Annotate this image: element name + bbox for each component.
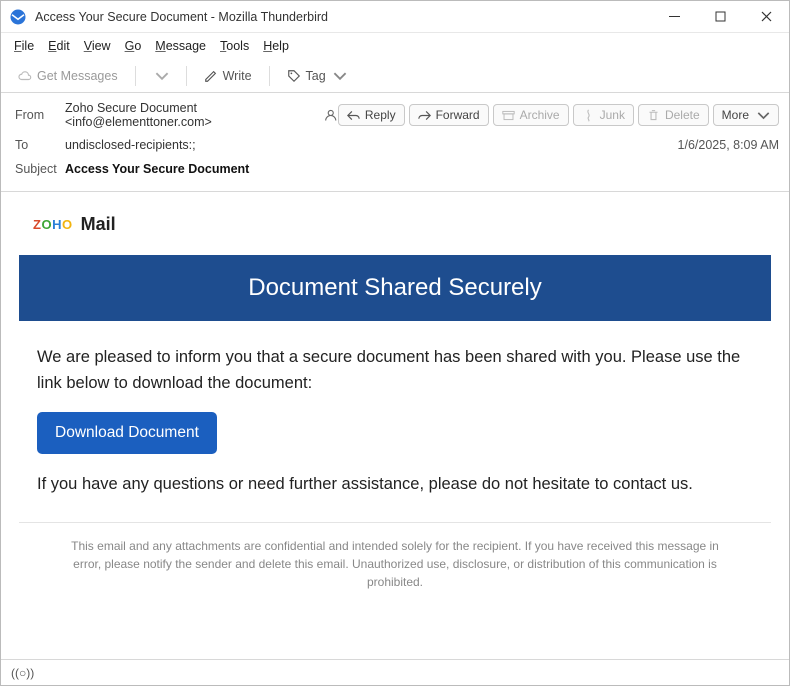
divider <box>135 66 136 86</box>
delete-button[interactable]: Delete <box>638 104 709 126</box>
close-button[interactable] <box>743 1 789 33</box>
more-label: More <box>722 108 749 122</box>
forward-arrow-icon <box>418 109 431 122</box>
email-disclaimer: This email and any attachments are confi… <box>19 522 771 605</box>
reply-button[interactable]: Reply <box>338 104 405 126</box>
menu-view[interactable]: View <box>77 37 118 55</box>
status-bar: ((○)) <box>1 659 789 685</box>
body-paragraph-2: If you have any questions or need furthe… <box>37 472 753 498</box>
banner-title: Document Shared Securely <box>19 255 771 321</box>
message-date: 1/6/2025, 8:09 AM <box>678 138 779 152</box>
more-button[interactable]: More <box>713 104 779 126</box>
menu-message[interactable]: Message <box>148 37 213 55</box>
menu-bar: File Edit View Go Message Tools Help <box>1 33 789 59</box>
contact-icon[interactable] <box>324 108 337 123</box>
body-paragraph-1: We are pleased to inform you that a secu… <box>37 345 753 396</box>
subject-value: Access Your Secure Document <box>65 162 779 176</box>
write-button[interactable]: Write <box>195 66 261 86</box>
window-title: Access Your Secure Document - Mozilla Th… <box>35 10 651 24</box>
to-value: undisclosed-recipients:; <box>65 138 678 152</box>
tag-label: Tag <box>306 69 326 83</box>
download-cloud-icon <box>18 69 32 83</box>
divider <box>269 66 270 86</box>
title-bar: Access Your Secure Document - Mozilla Th… <box>1 1 789 33</box>
menu-tools[interactable]: Tools <box>213 37 256 55</box>
chevron-down-icon <box>155 69 169 83</box>
thunderbird-icon <box>9 8 27 26</box>
reply-arrow-icon <box>347 109 360 122</box>
delete-label: Delete <box>665 108 700 122</box>
app-window: Access Your Secure Document - Mozilla Th… <box>0 0 790 686</box>
junk-label: Junk <box>600 108 625 122</box>
zoho-mail-label: Mail <box>81 214 116 235</box>
chevron-down-icon <box>333 69 347 83</box>
toolbar: Get Messages Write Tag <box>1 59 789 93</box>
tag-icon <box>287 69 301 83</box>
pencil-icon <box>204 69 218 83</box>
to-label: To <box>15 138 65 152</box>
get-messages-label: Get Messages <box>37 69 118 83</box>
tag-button[interactable]: Tag <box>278 66 356 86</box>
write-label: Write <box>223 69 252 83</box>
get-messages-dropdown[interactable] <box>146 66 178 86</box>
download-document-button[interactable]: Download Document <box>37 412 217 454</box>
get-messages-button[interactable]: Get Messages <box>9 66 127 86</box>
menu-file[interactable]: File <box>7 37 41 55</box>
forward-button[interactable]: Forward <box>409 104 489 126</box>
minimize-button[interactable] <box>651 1 697 33</box>
divider <box>186 66 187 86</box>
zoho-brand: ZOHO Mail <box>33 214 789 235</box>
chevron-down-icon <box>757 109 770 122</box>
forward-label: Forward <box>436 108 480 122</box>
activity-indicator-icon: ((○)) <box>11 666 34 680</box>
menu-edit[interactable]: Edit <box>41 37 77 55</box>
archive-button[interactable]: Archive <box>493 104 569 126</box>
reply-label: Reply <box>365 108 396 122</box>
message-body: ZOHO Mail Document Shared Securely We ar… <box>1 192 789 659</box>
archive-icon <box>502 109 515 122</box>
zoho-logo-icon: ZOHO <box>33 217 73 232</box>
from-value: Zoho Secure Document <info@elementtoner.… <box>65 101 318 129</box>
junk-button[interactable]: Junk <box>573 104 634 126</box>
subject-label: Subject <box>15 162 65 176</box>
menu-help[interactable]: Help <box>256 37 296 55</box>
archive-label: Archive <box>520 108 560 122</box>
message-header: From Zoho Secure Document <info@elementt… <box>1 93 789 192</box>
maximize-button[interactable] <box>697 1 743 33</box>
from-label: From <box>15 108 65 122</box>
menu-go[interactable]: Go <box>118 37 149 55</box>
flame-icon <box>582 109 595 122</box>
trash-icon <box>647 109 660 122</box>
